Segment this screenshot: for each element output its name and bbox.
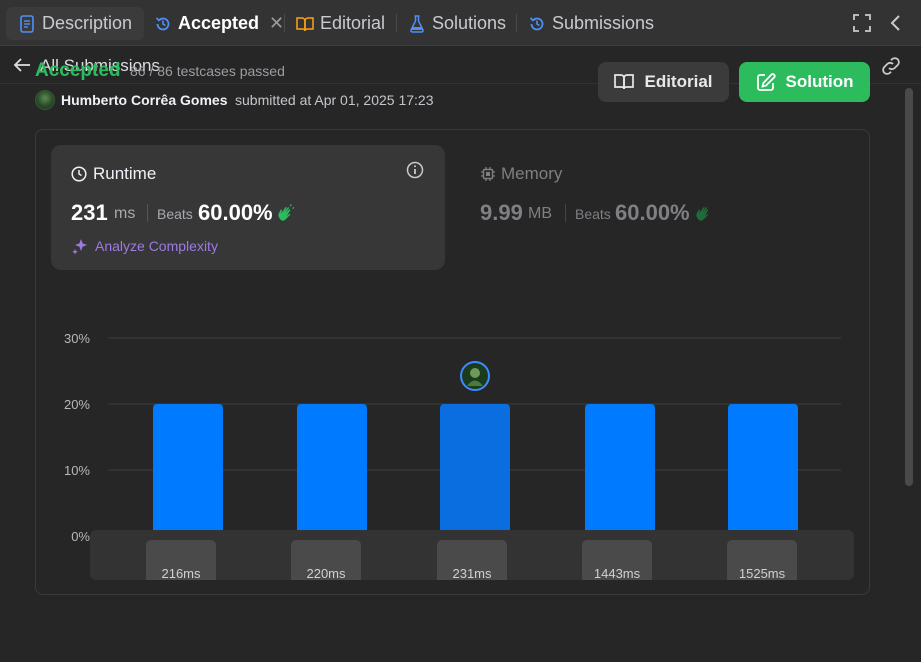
clock-icon [71, 166, 87, 182]
memory-unit: MB [528, 205, 552, 222]
submitted-at: submitted at Apr 01, 2025 17:23 [235, 92, 434, 108]
solution-button-label: Solution [785, 72, 854, 91]
avatar-head [470, 368, 480, 378]
username[interactable]: Humberto Corrêa Gomes [61, 92, 227, 108]
tab-accepted-label: Accepted [178, 13, 260, 33]
tab-divider [284, 14, 285, 32]
clapping-hands-icon [696, 206, 709, 221]
range-thumb[interactable]: 1443ms [582, 540, 652, 580]
solution-button[interactable]: Solution [739, 62, 870, 102]
sparkle-icon [72, 239, 87, 255]
memory-beats-percent: 60.00% [615, 200, 690, 225]
tab-editorial[interactable]: Editorial [296, 7, 385, 40]
chart-bar [440, 404, 510, 536]
tab-solutions[interactable]: Solutions [408, 7, 506, 40]
editorial-button-label: Editorial [644, 72, 713, 91]
range-selector[interactable]: 216ms 220ms 231ms 1443ms 1525ms [90, 530, 854, 580]
range-thumb[interactable]: 231ms [437, 540, 507, 580]
tab-description-label: Description [42, 13, 133, 33]
y-tick-label: 30% [64, 331, 90, 346]
range-thumb[interactable]: 216ms [146, 540, 216, 580]
chevron-left-icon[interactable] [886, 13, 906, 33]
chart-bar [585, 404, 655, 536]
close-icon[interactable]: ✕ [269, 13, 284, 34]
tab-editorial-label: Editorial [320, 13, 386, 33]
tab-submissions-label: Submissions [552, 13, 655, 33]
history-icon [154, 15, 172, 33]
avatar[interactable] [35, 90, 55, 110]
tab-bar: Description Accepted ✕ Editorial Solutio… [0, 0, 921, 46]
book-icon [296, 15, 314, 33]
flask-icon [408, 14, 426, 33]
divider [565, 204, 566, 222]
runtime-title-label: Runtime [93, 164, 157, 183]
range-thumb[interactable]: 1525ms [727, 540, 797, 580]
runtime-distribution-chart[interactable]: 0%10%20%30%216ms220ms231ms1443ms1525ms [50, 282, 860, 572]
fullscreen-icon[interactable] [852, 13, 872, 33]
chart-bar [153, 404, 223, 536]
analyze-complexity-link[interactable]: Analyze Complexity [71, 237, 218, 255]
memory-title-label: Memory [501, 164, 563, 183]
submission-status: Accepted [35, 60, 121, 81]
range-thumb[interactable]: 220ms [291, 540, 361, 580]
tab-accepted[interactable]: Accepted ✕ [154, 7, 284, 40]
y-tick-label: 0% [71, 529, 90, 544]
divider [147, 204, 148, 222]
history-icon [528, 15, 546, 33]
tab-description[interactable]: Description [6, 7, 144, 40]
runtime-beats-percent: 60.00% [198, 200, 273, 225]
runtime-value: 231 [71, 200, 108, 225]
runtime-beats-label: Beats [157, 206, 193, 222]
chip-icon [481, 167, 495, 181]
editorial-button[interactable]: Editorial [598, 62, 729, 102]
y-tick-label: 20% [64, 397, 90, 412]
memory-beats-label: Beats [575, 206, 611, 222]
testcases-passed: 86 / 86 testcases passed [130, 63, 285, 79]
link-icon[interactable] [880, 55, 902, 77]
tab-divider [396, 14, 397, 32]
arrow-left-icon[interactable] [12, 55, 32, 75]
document-icon [18, 14, 36, 33]
analyze-complexity-label: Analyze Complexity [95, 238, 218, 254]
tab-solutions-label: Solutions [432, 13, 507, 33]
clapping-hands-icon [278, 204, 295, 221]
info-icon[interactable] [406, 161, 424, 179]
edit-icon [756, 73, 776, 91]
runtime-title: Runtime [71, 164, 156, 184]
scrollbar[interactable] [905, 88, 913, 486]
runtime-unit: ms [114, 205, 136, 222]
tab-submissions[interactable]: Submissions [528, 7, 654, 40]
tab-divider [516, 14, 517, 32]
memory-title[interactable]: Memory [480, 164, 562, 184]
memory-value: 9.99 [480, 200, 523, 225]
chart-bar [728, 404, 798, 536]
chart-bar [297, 404, 367, 536]
y-tick-label: 10% [64, 463, 90, 478]
book-icon [614, 74, 635, 90]
